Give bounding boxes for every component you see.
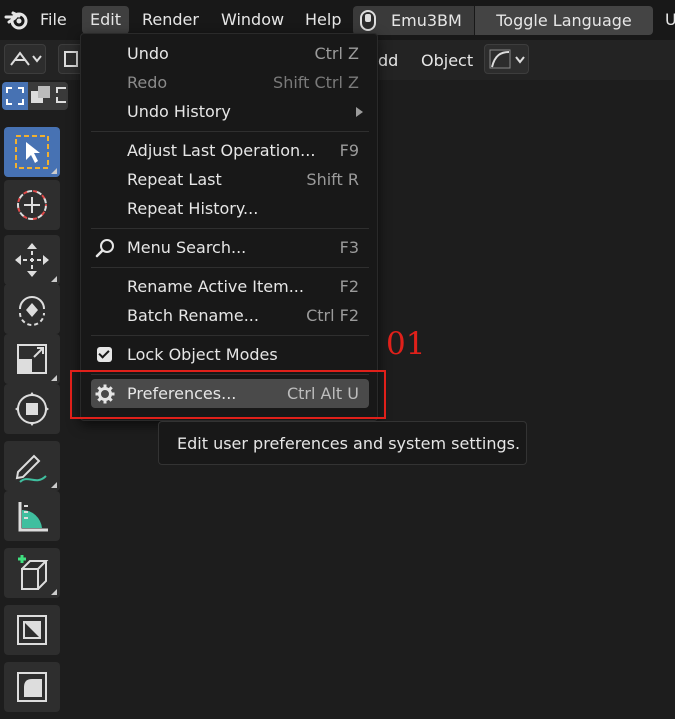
menu-item-undo-history[interactable]: Undo History [91, 97, 369, 126]
tool-move[interactable] [4, 235, 60, 285]
menu-item-rename-active-item[interactable]: Rename Active Item... F2 [91, 272, 369, 301]
menu-file[interactable]: File [32, 6, 75, 34]
select-box-icon [6, 87, 24, 105]
menu-item-label: Undo History [127, 102, 231, 121]
menu-help[interactable]: Help [297, 6, 349, 34]
tool-transform[interactable] [4, 384, 60, 434]
preferences-tooltip: Edit user preferences and system setting… [158, 421, 527, 465]
tool-scale[interactable] [4, 334, 60, 384]
menu-item-label: Lock Object Modes [127, 345, 278, 364]
pivot-icon [64, 51, 78, 67]
menu-separator [91, 228, 369, 229]
ruler-icon [18, 502, 48, 532]
step-number-annotation: 01 [386, 326, 426, 362]
move-arrows-icon [15, 243, 49, 277]
menu-item-label: Menu Search... [127, 238, 247, 257]
select-subtract-button[interactable] [54, 82, 68, 110]
menu-item-undo[interactable]: Undo Ctrl Z [91, 39, 369, 68]
tool-annotate[interactable] [4, 441, 60, 491]
chevron-down-icon [515, 56, 525, 64]
tool-rotate[interactable] [4, 284, 60, 334]
select-new-button[interactable] [2, 82, 28, 110]
menu-item-label: Adjust Last Operation... [127, 141, 316, 160]
tool-cursor[interactable] [4, 180, 60, 230]
edit-menu-dropdown: Undo Ctrl Z Redo Shift Ctrl Z Undo Histo… [80, 33, 378, 421]
menu-item-shortcut: Shift Ctrl Z [273, 73, 359, 92]
tool-bevel[interactable] [4, 662, 60, 712]
menu-item-label: Rename Active Item... [127, 277, 304, 296]
menu-item-shortcut: Ctrl Z [314, 44, 359, 63]
tool-measure[interactable] [4, 491, 60, 541]
highlight-annotation-box [70, 370, 386, 419]
menu-item-shortcut: F3 [339, 238, 359, 257]
orientation-icon [10, 51, 30, 66]
menu-item-shortcut: F9 [339, 141, 359, 160]
menu-separator [91, 131, 369, 132]
menu-separator [91, 335, 369, 336]
menu-separator [91, 267, 369, 268]
workspace-tab-cut[interactable]: U [665, 6, 675, 34]
inset-face-icon [17, 615, 47, 645]
falloff-curve-icon [489, 49, 511, 69]
menu-item-label: Repeat History... [127, 199, 259, 218]
workspace-tab-emu3bm[interactable]: Emu3BM [353, 6, 474, 35]
rotate-icon [19, 296, 45, 326]
tool-inset[interactable] [4, 605, 60, 655]
menu-render[interactable]: Render [134, 6, 207, 34]
menu-item-adjust-last-operation[interactable]: Adjust Last Operation... F9 [91, 136, 369, 165]
menu-item-batch-rename[interactable]: Batch Rename... Ctrl F2 [91, 301, 369, 330]
menu-item-menu-search[interactable]: Menu Search... F3 [91, 233, 369, 262]
pencil-icon [15, 454, 47, 483]
bevel-icon [17, 672, 47, 702]
workspace-tab-emu3bm-label: Emu3BM [391, 11, 462, 30]
submenu-arrow-icon [356, 107, 363, 117]
chevron-down-icon [32, 55, 42, 63]
menu-edit[interactable]: Edit [82, 6, 129, 34]
menu-item-label: Batch Rename... [127, 306, 259, 325]
menu-item-shortcut: Ctrl F2 [306, 306, 359, 325]
menu-item-shortcut: Shift R [306, 170, 359, 189]
menu-item-repeat-last[interactable]: Repeat Last Shift R [91, 165, 369, 194]
subtract-icon [56, 87, 66, 103]
tool-add-cube[interactable] [4, 548, 60, 598]
cursor-target-icon [17, 190, 47, 220]
menu-item-label: Repeat Last [127, 170, 222, 189]
blender-logo-icon[interactable] [4, 8, 30, 32]
menu-item-repeat-history[interactable]: Repeat History... [91, 194, 369, 223]
mouse-icon [360, 10, 376, 31]
menu-item-shortcut: F2 [339, 277, 359, 296]
toggle-language-button[interactable]: Toggle Language [475, 6, 653, 35]
select-cursor-icon [15, 135, 49, 169]
add-cube-icon [18, 555, 49, 590]
menu-item-label: Redo [127, 73, 168, 92]
scale-icon [17, 344, 47, 374]
proportional-editing-dropdown[interactable] [484, 44, 529, 74]
select-extend-button[interactable] [28, 82, 54, 110]
checkbox-checked-icon [97, 347, 112, 362]
transform-orientation-dropdown[interactable] [4, 44, 46, 74]
search-icon [95, 239, 114, 258]
add-menu[interactable]: dd [378, 48, 398, 74]
transform-icon [15, 392, 49, 426]
object-menu[interactable]: Object [421, 48, 473, 74]
menu-item-label: Undo [127, 44, 169, 63]
menu-window[interactable]: Window [213, 6, 292, 34]
menu-item-redo[interactable]: Redo Shift Ctrl Z [91, 68, 369, 97]
tool-select-box[interactable] [4, 127, 60, 177]
menu-item-lock-object-modes[interactable]: Lock Object Modes [91, 340, 369, 369]
